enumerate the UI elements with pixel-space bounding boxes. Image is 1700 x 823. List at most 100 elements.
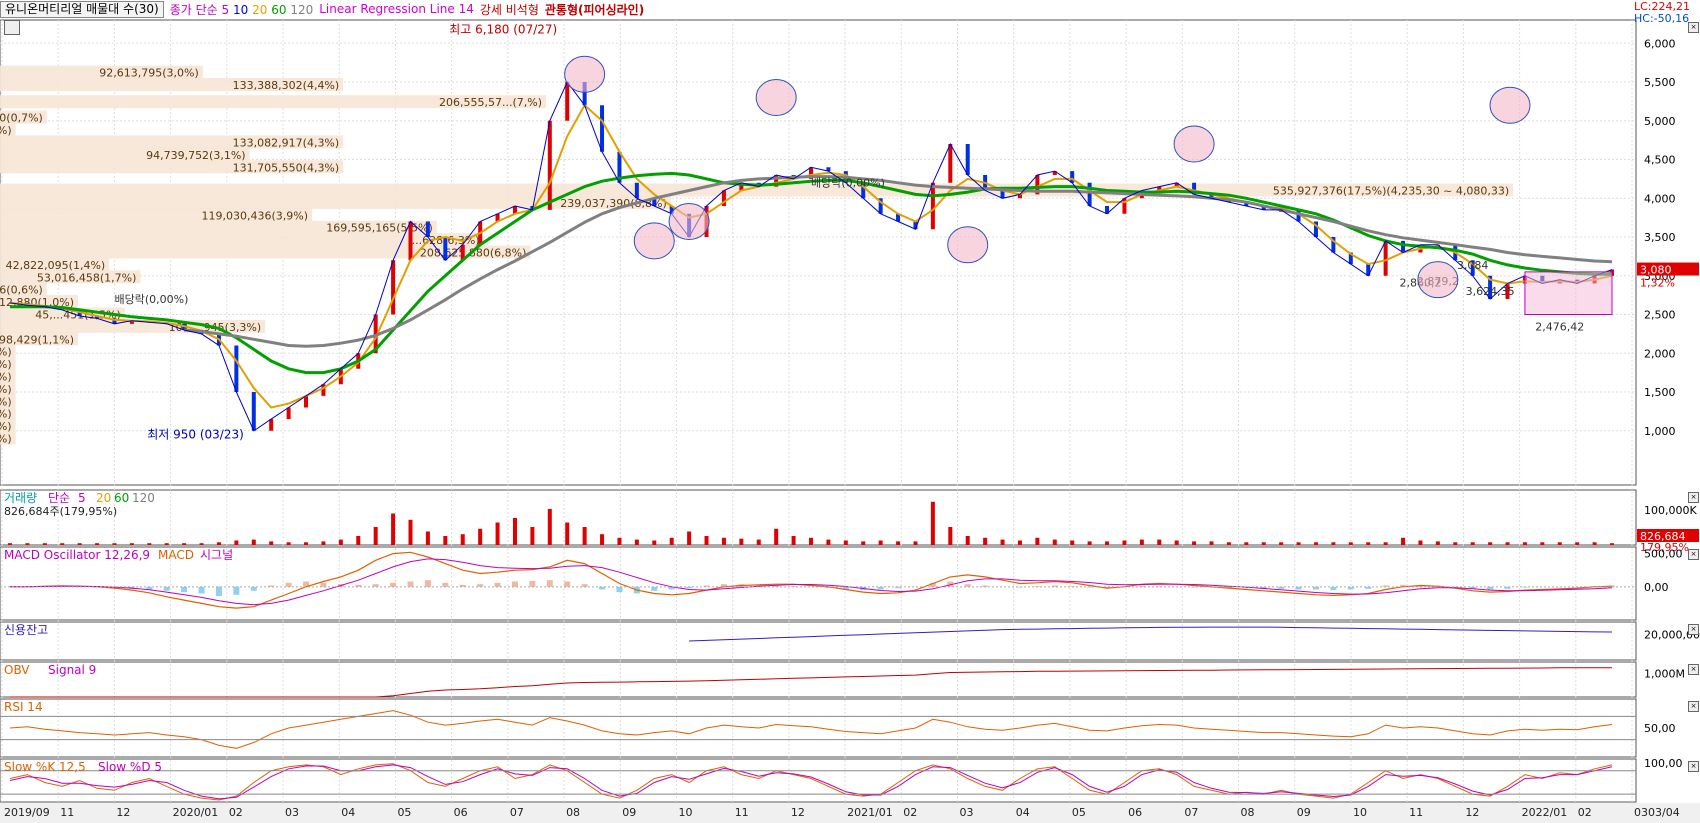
volume-profile-label: 53,016,458(1,7%) bbox=[37, 271, 137, 284]
macd-oscillator-bar bbox=[215, 586, 222, 597]
x-tick-label: 04 bbox=[341, 806, 355, 819]
volume-bar bbox=[1610, 543, 1614, 545]
volume-bar bbox=[356, 536, 361, 545]
dividend-annotation: 배당락(0,00%) bbox=[114, 293, 188, 306]
panel-close-icon[interactable]: × bbox=[1688, 22, 1699, 33]
volume-bar bbox=[826, 539, 831, 545]
macd-oscillator-bar bbox=[546, 580, 553, 587]
volume-bar bbox=[669, 537, 674, 545]
pierce-pattern-legend: 관통형(피어싱라인) bbox=[544, 2, 645, 17]
volume-bar bbox=[1313, 542, 1318, 545]
macd-oscillator-bar bbox=[616, 586, 623, 593]
macd-oscillator-bar bbox=[564, 581, 571, 587]
volume-bar bbox=[1122, 540, 1127, 545]
volume-bar bbox=[861, 541, 866, 545]
x-tick-label: 03 bbox=[285, 806, 299, 819]
candle bbox=[304, 395, 309, 408]
x-tick-label: 10 bbox=[1353, 806, 1367, 819]
macd-oscillator-bar bbox=[442, 582, 449, 587]
macd-oscillator-bar bbox=[529, 580, 536, 587]
volume-ma-label: 단순 bbox=[48, 491, 70, 505]
x-tick-label: 02 bbox=[229, 806, 243, 819]
candle bbox=[1383, 240, 1388, 276]
pattern-circle-marker bbox=[1417, 261, 1459, 299]
volume-bar bbox=[1418, 540, 1423, 545]
volume-bar bbox=[1052, 539, 1057, 545]
candle bbox=[1087, 182, 1092, 206]
dividend-annotation: 배당락(0,00%) bbox=[811, 177, 885, 190]
obv-title: OBV bbox=[4, 663, 30, 677]
pattern-circle-marker bbox=[1489, 86, 1531, 124]
macd-oscillator-bar bbox=[494, 582, 501, 587]
x-tick-label: 04 bbox=[1016, 806, 1030, 819]
price-tag-change: 1,32% bbox=[1640, 277, 1675, 290]
volume-bar bbox=[896, 541, 901, 545]
volume-bar bbox=[1226, 542, 1231, 545]
volume-bar bbox=[1488, 542, 1493, 545]
volume-bar bbox=[112, 543, 117, 545]
panel-close-icon[interactable]: × bbox=[1688, 761, 1699, 772]
volume-profile-label: 3,980,541(0,1%) bbox=[0, 346, 12, 359]
volume-bar bbox=[425, 531, 430, 545]
sma-legend: 종가 단순 5 10 20 60 120 bbox=[170, 1, 314, 18]
volume-profile-label: 119,030,436(3,9%) bbox=[201, 209, 308, 222]
macd-title: MACD Oscillator 12,26,9 bbox=[4, 548, 150, 562]
x-tick-label: 12 bbox=[791, 806, 805, 819]
x-tick-label: 07 bbox=[510, 806, 524, 819]
panel-close-icon[interactable]: × bbox=[1688, 492, 1699, 503]
panel-close-icon[interactable]: × bbox=[1688, 701, 1699, 712]
candle bbox=[565, 82, 570, 121]
volume-bar bbox=[164, 543, 169, 545]
volume-profile-label: 7,907,369(0,3%) bbox=[0, 124, 12, 137]
volume-ma-period: 60 bbox=[114, 491, 129, 505]
macd-oscillator-bar bbox=[163, 586, 170, 591]
x-tick-label: 08 bbox=[566, 806, 580, 819]
x-tick-label: 2021/01 bbox=[847, 806, 893, 819]
volume-profile-label: 590,449(0,0%) bbox=[0, 420, 12, 433]
volume-bar bbox=[1070, 540, 1075, 545]
volume-profile-label: 169,595,165(5,5%) bbox=[326, 222, 433, 235]
volume-bar bbox=[1139, 539, 1144, 545]
volume-bar bbox=[704, 536, 709, 545]
macd-signal-label: 시그널 bbox=[200, 548, 233, 562]
volume-bar bbox=[1279, 542, 1284, 545]
volume-bar bbox=[1209, 541, 1214, 545]
price-low-label: 2,476,42 bbox=[1535, 320, 1584, 333]
volume-profile-label: 18,322,696(0,6%) bbox=[0, 284, 43, 297]
macd-tick-label: 500,00 bbox=[1644, 548, 1683, 561]
x-tick-label: 12 bbox=[116, 806, 130, 819]
volume-ma-period: 120 bbox=[132, 491, 155, 505]
obv-signal-label: Signal 9 bbox=[48, 663, 96, 677]
volume-bar bbox=[1087, 541, 1092, 545]
volume-bar bbox=[1453, 542, 1458, 545]
volume-bar bbox=[512, 518, 517, 545]
candle bbox=[1401, 240, 1406, 253]
grid-toggle-icon[interactable] bbox=[4, 20, 20, 35]
panel-credit bbox=[0, 621, 1637, 661]
volume-bar bbox=[8, 543, 12, 545]
volume-profile-label: 42,822,095(1,4%) bbox=[6, 259, 106, 272]
volume-bar bbox=[1244, 542, 1249, 545]
x-tick-label: 08 bbox=[1241, 806, 1255, 819]
rsi-title: RSI 14 bbox=[4, 700, 43, 714]
volume-bar bbox=[1540, 542, 1545, 545]
chart-title[interactable]: 유니온머티리얼 매물대 수(30) bbox=[0, 0, 164, 18]
volume-tick-label: 100,000K bbox=[1644, 504, 1697, 517]
price-tick-label: 6,000 bbox=[1644, 37, 1676, 50]
x-tick-label: 06 bbox=[1128, 806, 1142, 819]
sma-period-60: 60 bbox=[271, 2, 287, 17]
volume-bar bbox=[652, 540, 657, 545]
x-tick-label: 09 bbox=[1297, 806, 1311, 819]
panel-close-icon[interactable]: × bbox=[1688, 624, 1699, 635]
x-tick-label: 07 bbox=[1184, 806, 1198, 819]
volume-bar bbox=[269, 541, 274, 545]
panel-close-icon[interactable]: × bbox=[1688, 664, 1699, 675]
macd-oscillator-bar bbox=[651, 586, 658, 591]
volume-bar bbox=[478, 528, 483, 545]
candle bbox=[391, 260, 396, 315]
hc-value: HC:-50,16 bbox=[1634, 12, 1690, 25]
volume-bar bbox=[1505, 542, 1510, 545]
volume-ma-period: 5 bbox=[78, 491, 86, 505]
panel-close-icon[interactable]: × bbox=[1688, 549, 1699, 560]
price-tick-label: 5,500 bbox=[1644, 76, 1676, 89]
